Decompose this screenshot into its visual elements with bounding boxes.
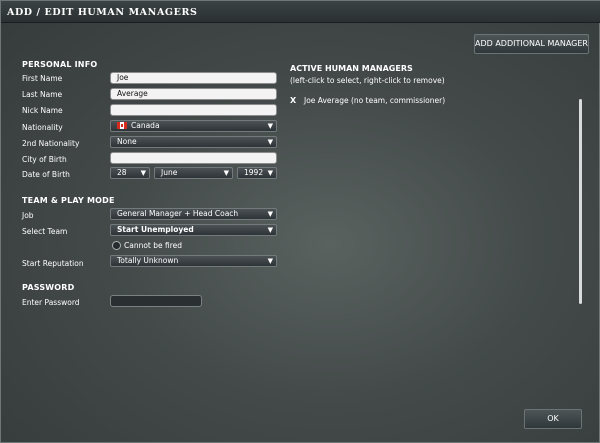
chevron-down-icon: ▼ <box>267 257 273 265</box>
birth-day-dropdown[interactable]: 28 ▼ <box>110 167 150 179</box>
personal-info-heading: PERSONAL INFO <box>22 60 98 69</box>
remove-manager-mark[interactable]: X <box>290 96 296 105</box>
city-of-birth-label: City of Birth <box>22 155 67 164</box>
nick-name-label: Nick Name <box>22 106 63 115</box>
birth-year-dropdown[interactable]: 1992 ▼ <box>237 167 277 179</box>
human-managers-dialog: ADD / EDIT HUMAN MANAGERS ADD ADDITIONAL… <box>0 0 600 443</box>
birth-month-value: June <box>161 168 178 177</box>
job-dropdown[interactable]: General Manager + Head Coach ▼ <box>110 208 277 220</box>
title-bar: ADD / EDIT HUMAN MANAGERS <box>1 1 600 23</box>
add-additional-manager-button[interactable]: ADD ADDITIONAL MANAGER <box>474 34 589 54</box>
nationality2-value: None <box>117 137 137 146</box>
birth-day-value: 28 <box>117 168 127 177</box>
ok-button[interactable]: OK <box>524 409 582 429</box>
nick-name-field[interactable] <box>110 104 277 116</box>
cannot-be-fired-label[interactable]: Cannot be fired <box>124 241 182 250</box>
chevron-down-icon: ▼ <box>267 226 273 234</box>
nationality2-dropdown[interactable]: None ▼ <box>110 136 277 148</box>
chevron-down-icon: ▼ <box>267 138 273 146</box>
start-reputation-value: Totally Unknown <box>117 256 179 265</box>
nationality-label: Nationality <box>22 123 63 132</box>
nationality-value: Canada <box>131 121 160 130</box>
select-team-dropdown[interactable]: Start Unemployed ▼ <box>110 224 277 236</box>
dialog-title: ADD / EDIT HUMAN MANAGERS <box>7 7 198 18</box>
city-of-birth-field[interactable] <box>110 152 277 164</box>
nationality-dropdown[interactable]: Canada ▼ <box>110 120 277 132</box>
start-reputation-dropdown[interactable]: Totally Unknown ▼ <box>110 255 277 267</box>
cannot-be-fired-radio-icon[interactable] <box>112 241 121 250</box>
first-name-field[interactable]: Joe <box>110 72 277 84</box>
date-of-birth-label: Date of Birth <box>22 170 70 179</box>
birth-month-dropdown[interactable]: June ▼ <box>154 167 233 179</box>
job-label: Job <box>22 211 34 220</box>
canada-flag-icon <box>117 122 127 129</box>
password-input[interactable] <box>110 295 202 307</box>
chevron-down-icon: ▼ <box>223 169 229 177</box>
enter-password-label: Enter Password <box>22 298 80 307</box>
chevron-down-icon: ▼ <box>267 122 273 130</box>
team-play-heading: TEAM & PLAY MODE <box>22 196 115 205</box>
active-managers-hint: (left-click to select, right-click to re… <box>290 76 445 85</box>
last-name-field[interactable]: Average <box>110 88 277 100</box>
active-managers-title: ACTIVE HUMAN MANAGERS <box>290 64 413 73</box>
nationality2-label: 2nd Nationality <box>22 139 80 148</box>
select-team-label: Select Team <box>22 227 68 236</box>
first-name-label: First Name <box>22 74 63 83</box>
managers-list-scrollbar[interactable] <box>579 99 582 304</box>
select-team-value: Start Unemployed <box>117 225 194 234</box>
password-heading: PASSWORD <box>22 283 75 292</box>
list-item[interactable]: Joe Average (no team, commissioner) <box>304 96 445 105</box>
last-name-label: Last Name <box>22 90 63 99</box>
job-value: General Manager + Head Coach <box>117 209 239 218</box>
start-reputation-label: Start Reputation <box>22 259 84 268</box>
chevron-down-icon: ▼ <box>267 210 273 218</box>
chevron-down-icon: ▼ <box>140 169 146 177</box>
birth-year-value: 1992 <box>244 168 264 177</box>
chevron-down-icon: ▼ <box>267 169 273 177</box>
